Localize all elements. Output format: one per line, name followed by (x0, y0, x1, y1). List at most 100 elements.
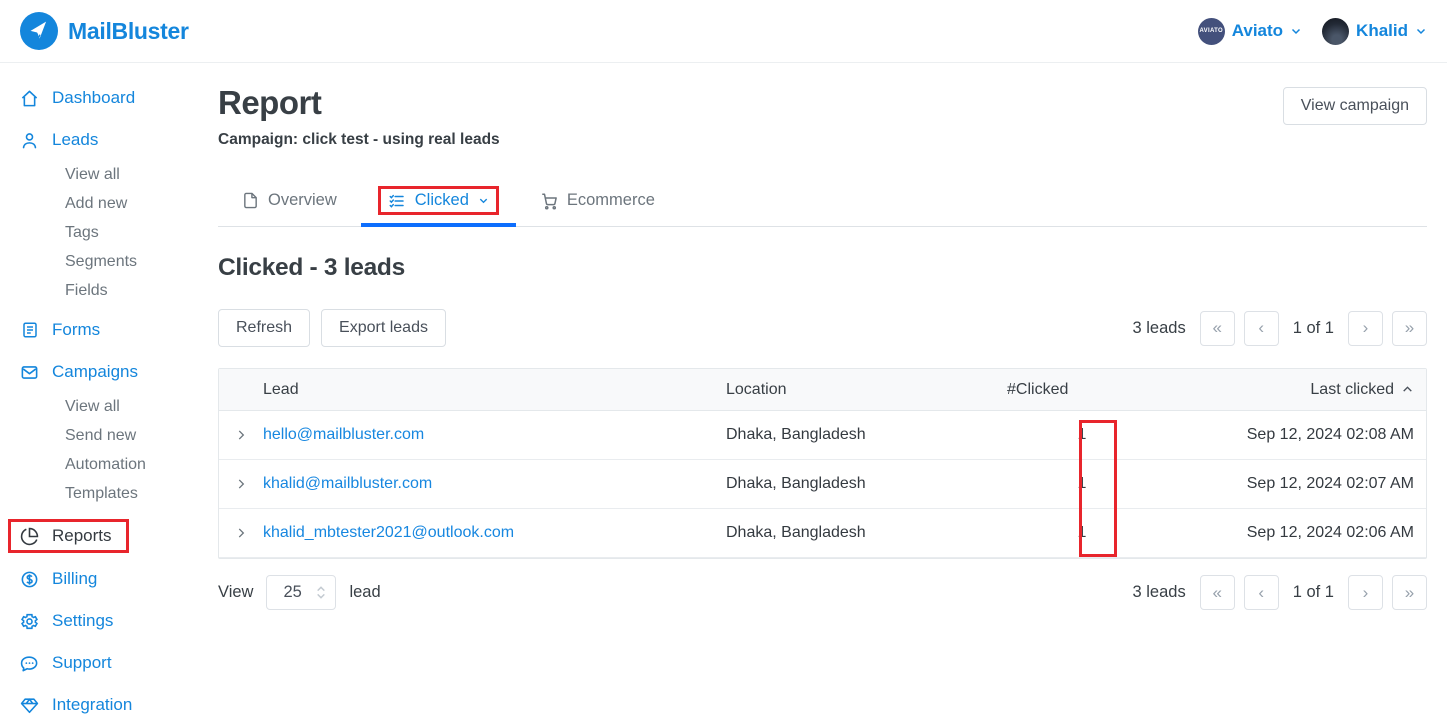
export-leads-button[interactable]: Export leads (321, 309, 446, 347)
sidebar-item-campaigns[interactable]: Campaigns (20, 362, 138, 382)
tab-ecommerce[interactable]: Ecommerce (516, 179, 679, 227)
sidebar-item-settings[interactable]: Settings (20, 611, 113, 631)
account-avatar: AVIATO (1197, 17, 1225, 45)
sidebar-item-dashboard[interactable]: Dashboard (20, 88, 135, 108)
chat-icon (20, 654, 39, 673)
sidebar-item-reports[interactable]: Reports (8, 519, 129, 553)
sidebar-item-label: Leads (52, 130, 99, 149)
account-menu-label: Aviato (1231, 21, 1284, 40)
per-page-value: 25 (283, 583, 302, 601)
sidebar-item-billing[interactable]: Billing (20, 569, 97, 589)
campaigns-submenu: View all Send new Automation Templates (65, 398, 218, 503)
campaign-subtitle: Campaign: click test - using real leads (218, 131, 500, 148)
sidebar-item-label: Integration (52, 695, 133, 714)
table-row: khalid@mailbluster.com Dhaka, Bangladesh… (219, 460, 1426, 509)
section-heading: Clicked - 3 leads (218, 254, 405, 281)
chevron-down-icon (1290, 25, 1302, 37)
table-row: hello@mailbluster.com Dhaka, Bangladesh … (219, 411, 1426, 460)
brand[interactable]: MailBluster (20, 12, 189, 50)
sidebar-subitem-send-new[interactable]: Send new (65, 427, 218, 445)
stepper-icons (316, 586, 326, 599)
last-page-button[interactable]: » (1392, 575, 1427, 610)
pagination-top: 3 leads « ‹ 1 of 1 › » (1132, 310, 1427, 346)
leads-submenu: View all Add new Tags Segments Fields (65, 166, 218, 300)
view-campaign-button[interactable]: View campaign (1282, 87, 1427, 125)
column-header-location[interactable]: Location (726, 381, 988, 399)
dollar-circle-icon (20, 570, 39, 589)
user-menu[interactable]: Khalid (1322, 17, 1427, 45)
sidebar-item-label: Settings (52, 611, 114, 630)
last-clicked-date: Sep 12, 2024 02:06 AM (1246, 524, 1414, 541)
sidebar-subitem-tags[interactable]: Tags (65, 224, 218, 242)
user-avatar (1322, 17, 1350, 45)
per-page-select[interactable]: 25 (266, 575, 337, 610)
clicked-count: 1 (1077, 475, 1087, 492)
mailbluster-logo-icon (20, 12, 58, 50)
brand-name: MailBluster (68, 17, 189, 44)
pagination-bottom: 3 leads « ‹ 1 of 1 › » (1132, 575, 1427, 610)
gear-icon (20, 612, 39, 631)
refresh-button[interactable]: Refresh (218, 309, 311, 347)
lead-location: Dhaka, Bangladesh (726, 475, 866, 492)
sidebar: Dashboard Leads View all Add new Tags Se… (0, 63, 218, 716)
account-menu[interactable]: AVIATO Aviato (1197, 17, 1302, 45)
column-header-last-clicked[interactable]: Last clicked (1176, 381, 1426, 399)
page-indicator: 1 of 1 (1292, 318, 1334, 337)
view-label: View (218, 583, 254, 601)
next-page-button[interactable]: › (1348, 310, 1383, 346)
clicked-count: 1 (1077, 426, 1087, 443)
prev-page-button[interactable]: ‹ (1243, 575, 1279, 610)
table-header-row: Lead Location #Clicked Last clicked (219, 369, 1426, 411)
last-page-button[interactable]: » (1392, 310, 1427, 346)
tab-label: Ecommerce (566, 191, 655, 209)
sidebar-item-forms[interactable]: Forms (20, 320, 100, 340)
topbar: MailBluster AVIATO Aviato Khalid (0, 0, 1447, 63)
page-title: Report (218, 84, 322, 121)
expand-row-button[interactable] (219, 428, 263, 442)
file-icon (242, 192, 259, 209)
chevron-down-icon (1415, 25, 1427, 37)
lead-email-link[interactable]: khalid_mbtester2021@outlook.com (263, 524, 514, 541)
sort-ascending-icon (1401, 383, 1414, 396)
column-header-clicked[interactable]: #Clicked (988, 381, 1176, 399)
last-clicked-date: Sep 12, 2024 02:07 AM (1246, 475, 1414, 492)
sidebar-subitem-view-all[interactable]: View all (65, 166, 218, 184)
unit-label: lead (349, 583, 381, 601)
sidebar-subitem-add-new[interactable]: Add new (65, 195, 218, 213)
expand-row-button[interactable] (219, 477, 263, 491)
clicked-count: 1 (1077, 524, 1087, 541)
user-icon (20, 131, 39, 150)
first-page-button[interactable]: « (1199, 575, 1235, 610)
sidebar-item-integration[interactable]: Integration (20, 695, 132, 715)
main-content: Report Campaign: click test - using real… (218, 63, 1447, 716)
sidebar-item-support[interactable]: Support (20, 653, 112, 673)
lead-email-link[interactable]: hello@mailbluster.com (263, 426, 424, 443)
last-clicked-date: Sep 12, 2024 02:08 AM (1246, 426, 1414, 443)
sidebar-item-label: Billing (52, 569, 98, 588)
sidebar-item-label: Support (52, 653, 112, 672)
sidebar-subitem-automation[interactable]: Automation (65, 456, 218, 474)
sidebar-item-label: Reports (52, 526, 112, 545)
clicked-leads-table: Lead Location #Clicked Last clicked hell… (218, 368, 1427, 559)
sidebar-subitem-view-all[interactable]: View all (65, 398, 218, 416)
lead-email-link[interactable]: khalid@mailbluster.com (263, 475, 432, 492)
tab-clicked[interactable]: Clicked (360, 179, 516, 227)
column-header-lead[interactable]: Lead (263, 381, 726, 399)
tab-overview[interactable]: Overview (218, 179, 361, 227)
leads-count: 3 leads (1132, 318, 1186, 337)
list-check-icon (388, 192, 406, 210)
pie-chart-icon (20, 527, 39, 546)
lead-location: Dhaka, Bangladesh (726, 426, 866, 443)
sidebar-subitem-segments[interactable]: Segments (65, 253, 218, 271)
next-page-button[interactable]: › (1348, 575, 1383, 610)
sidebar-item-leads[interactable]: Leads (20, 130, 98, 150)
clicked-tab-annotation: Clicked (377, 186, 499, 215)
prev-page-button[interactable]: ‹ (1243, 310, 1279, 346)
report-tabs: Overview Clicked Ecommerce (218, 179, 1427, 227)
gem-icon (20, 696, 39, 715)
home-icon (20, 89, 39, 108)
sidebar-subitem-templates[interactable]: Templates (65, 485, 218, 503)
sidebar-subitem-fields[interactable]: Fields (65, 282, 218, 300)
first-page-button[interactable]: « (1199, 310, 1235, 346)
expand-row-button[interactable] (219, 526, 263, 540)
